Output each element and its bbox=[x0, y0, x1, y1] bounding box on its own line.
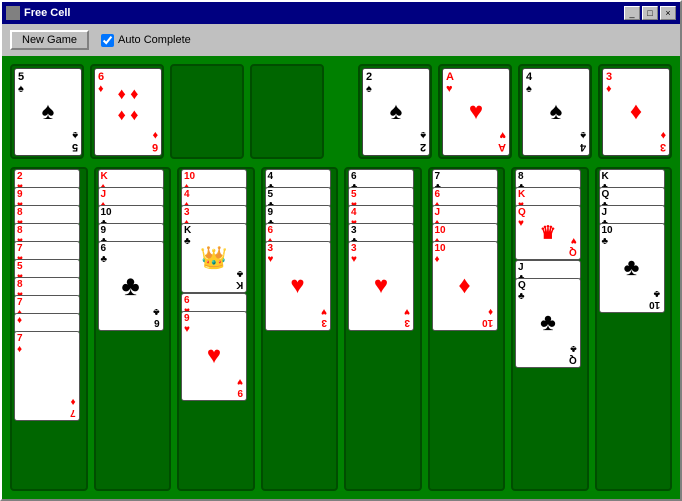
column-3[interactable]: 10♦ 4♦ 3♦ K♣ 👑 K♣ 6♥ 9♥ ♥ 9♥ bbox=[177, 167, 255, 491]
col6-card5: 10♦ ♦ 10♦ bbox=[432, 241, 498, 331]
col1-card6: 5♥ bbox=[14, 259, 80, 279]
col3-card3: 3♦ bbox=[181, 205, 247, 225]
col4-card3: 9♣ bbox=[265, 205, 331, 225]
foundation-1[interactable]: 2♠ ♠ 2♠ bbox=[358, 64, 432, 159]
auto-complete-checkbox[interactable] bbox=[101, 34, 114, 47]
foundation-card-1: 2♠ ♠ 2♠ bbox=[362, 68, 430, 156]
freecell-2[interactable]: 6♦ ♦ ♦ ♦ ♦ 6♦ bbox=[90, 64, 164, 159]
column-6[interactable]: 7♣ 6♦ J♦ 10♦ 10♦ ♦ 10♦ bbox=[428, 167, 506, 491]
col4-card4: 6♦ bbox=[265, 223, 331, 243]
foundation-4[interactable]: 3♦ ♦ 3♦ bbox=[598, 64, 672, 159]
col1-card4: 8♥ bbox=[14, 223, 80, 243]
col5-card5: 3♥ ♥ 3♥ bbox=[348, 241, 414, 331]
column-7[interactable]: 8♣ K♥ Q♥ ♛ Q♥ J♣ Q♣ ♣ Q♣ bbox=[511, 167, 589, 491]
foundation-card-4: 3♦ ♦ 3♦ bbox=[602, 68, 670, 156]
freecell-card-1: 5♠ ♠ 5♠ bbox=[14, 68, 82, 156]
col2-card1: K♦ bbox=[98, 169, 164, 189]
col6-card1: 7♣ bbox=[432, 169, 498, 189]
col3-card4: K♣ 👑 K♣ bbox=[181, 223, 247, 293]
window-controls: _ □ × bbox=[624, 6, 676, 20]
freecell-1[interactable]: 5♠ ♠ 5♠ bbox=[10, 64, 84, 159]
col1-card1: 2♥ bbox=[14, 169, 80, 189]
foundation-card-3: 4♠ ♠ 4♠ bbox=[522, 68, 590, 156]
column-2[interactable]: K♦ J♦ 10♣ 9♣ 6♣ ♣ 6♣ bbox=[94, 167, 172, 491]
col3-card1: 10♦ bbox=[181, 169, 247, 189]
col7-card3: Q♥ ♛ Q♥ bbox=[515, 205, 581, 260]
col8-card1: K♣ bbox=[599, 169, 665, 189]
col5-card4: 3♣ bbox=[348, 223, 414, 243]
toolbar: New Game Auto Complete bbox=[2, 24, 680, 56]
freecell-card-2: 6♦ ♦ ♦ ♦ ♦ 6♦ bbox=[94, 68, 162, 156]
col1-card9: ♦ bbox=[14, 313, 80, 333]
col3-card6: 9♥ ♥ 9♥ bbox=[181, 311, 247, 401]
foundation-2[interactable]: A♥ ♥ A♥ bbox=[438, 64, 512, 159]
col1-card2: 9♥ bbox=[14, 187, 80, 207]
col7-card2: K♥ bbox=[515, 187, 581, 207]
col2-card4: 9♣ bbox=[98, 223, 164, 243]
maximize-button[interactable]: □ bbox=[642, 6, 658, 20]
top-row: 5♠ ♠ 5♠ 6♦ ♦ ♦ ♦ ♦ 6♦ bbox=[10, 64, 672, 159]
app-icon bbox=[6, 6, 20, 20]
foundation-card-2: A♥ ♥ A♥ bbox=[442, 68, 510, 156]
col8-card3: J♣ bbox=[599, 205, 665, 225]
game-area: 5♠ ♠ 5♠ 6♦ ♦ ♦ ♦ ♦ 6♦ bbox=[2, 56, 680, 499]
col2-card5: 6♣ ♣ 6♣ bbox=[98, 241, 164, 331]
column-5[interactable]: 6♣ 5♥ 4♥ 3♣ 3♥ ♥ 3♥ bbox=[344, 167, 422, 491]
col7-card5: Q♣ ♣ Q♣ bbox=[515, 278, 581, 368]
title-bar: Free Cell _ □ × bbox=[2, 2, 680, 24]
col8-card2: Q♣ bbox=[599, 187, 665, 207]
column-1[interactable]: 2♥ 9♥ 8♥ 8♥ 7♥ 5♥ 8♥ 7♦ ♦ 7♦ 7♦ bbox=[10, 167, 88, 491]
col8-card4: 10♣ ♣ 10♣ bbox=[599, 223, 665, 313]
window-title: Free Cell bbox=[24, 7, 70, 19]
window: Free Cell _ □ × New Game Auto Complete 5… bbox=[0, 0, 682, 501]
col1-card3: 8♥ bbox=[14, 205, 80, 225]
col5-card2: 5♥ bbox=[348, 187, 414, 207]
col1-card5: 7♥ bbox=[14, 241, 80, 261]
minimize-button[interactable]: _ bbox=[624, 6, 640, 20]
col4-card2: 5♣ bbox=[265, 187, 331, 207]
freecell-3[interactable] bbox=[170, 64, 244, 159]
col5-card3: 4♥ bbox=[348, 205, 414, 225]
column-8[interactable]: K♣ Q♣ J♣ 10♣ ♣ 10♣ bbox=[595, 167, 673, 491]
col1-card10: 7♦ 7♦ bbox=[14, 331, 80, 421]
col1-card8: 7♦ bbox=[14, 295, 80, 315]
col5-card1: 6♣ bbox=[348, 169, 414, 189]
close-button[interactable]: × bbox=[660, 6, 676, 20]
foundation-3[interactable]: 4♠ ♠ 4♠ bbox=[518, 64, 592, 159]
columns-area: 2♥ 9♥ 8♥ 8♥ 7♥ 5♥ 8♥ 7♦ ♦ 7♦ 7♦ K♦ J♦ 10… bbox=[10, 167, 672, 491]
top-spacer bbox=[330, 64, 352, 159]
col4-card1: 4♣ bbox=[265, 169, 331, 189]
new-game-button[interactable]: New Game bbox=[10, 30, 89, 50]
col2-card2: J♦ bbox=[98, 187, 164, 207]
col7-card4: J♣ bbox=[515, 260, 581, 280]
col3-card5: 6♥ bbox=[181, 293, 247, 313]
col7-card1: 8♣ bbox=[515, 169, 581, 189]
col6-card4: 10♦ bbox=[432, 223, 498, 243]
column-4[interactable]: 4♣ 5♣ 9♣ 6♦ 3♥ ♥ 3♥ bbox=[261, 167, 339, 491]
col2-card3: 10♣ bbox=[98, 205, 164, 225]
col3-card2: 4♦ bbox=[181, 187, 247, 207]
auto-complete-text: Auto Complete bbox=[118, 34, 191, 46]
col1-card7: 8♥ bbox=[14, 277, 80, 297]
freecell-4[interactable] bbox=[250, 64, 324, 159]
col6-card2: 6♦ bbox=[432, 187, 498, 207]
auto-complete-label[interactable]: Auto Complete bbox=[101, 34, 191, 47]
col6-card3: J♦ bbox=[432, 205, 498, 225]
col4-card5: 3♥ ♥ 3♥ bbox=[265, 241, 331, 331]
